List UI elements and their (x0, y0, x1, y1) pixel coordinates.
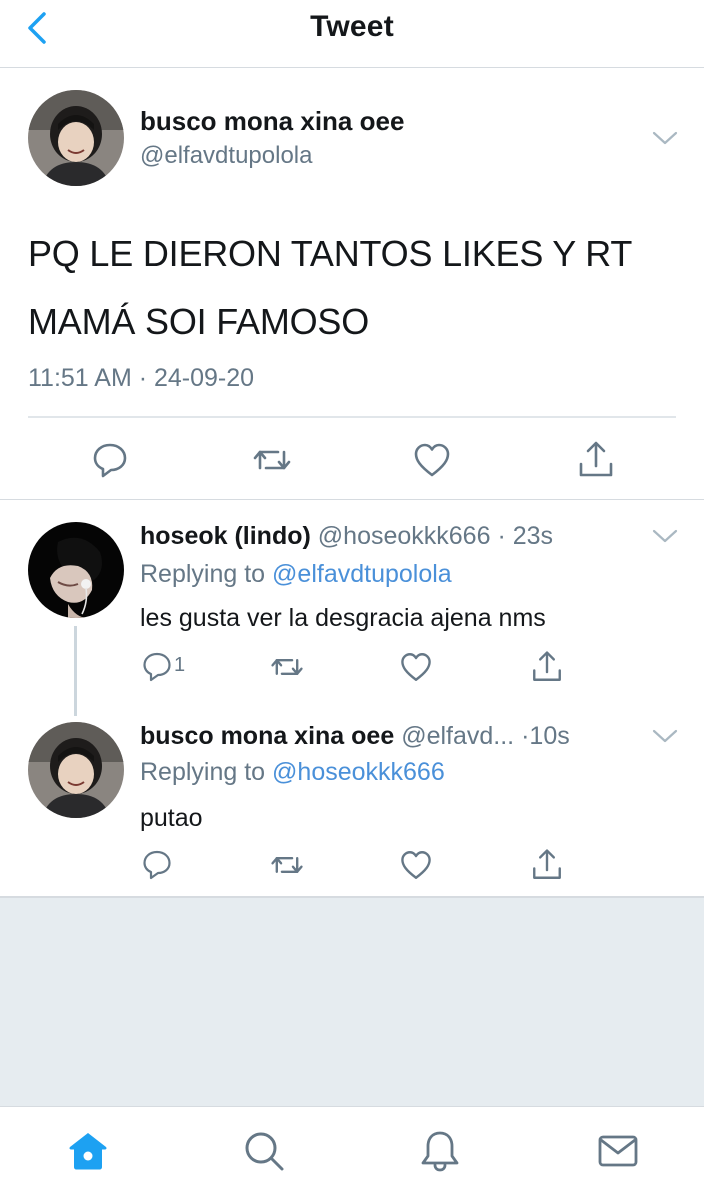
like-button[interactable] (399, 650, 433, 684)
tab-home[interactable] (66, 1129, 110, 1173)
reply-tweet[interactable]: hoseok (lindo) @hoseokkk666 · 23s Replyi… (0, 500, 704, 700)
tab-notifications[interactable] (418, 1129, 462, 1173)
avatar[interactable] (28, 522, 124, 618)
reply-button[interactable] (140, 848, 180, 882)
replying-to-label: Replying to (140, 758, 273, 786)
tweet-text-line: PQ LE DIERON TANTOS LIKES Y RT (28, 233, 633, 274)
share-button[interactable] (576, 440, 616, 480)
author-name[interactable]: busco mona xina oee (140, 722, 394, 750)
tweet-timestamp: 11:51 AM · 24-09-20 (28, 364, 255, 392)
reply-count: 1 (174, 654, 186, 676)
tweet-options-button[interactable] (650, 726, 680, 746)
heart-icon (414, 443, 450, 477)
replying-to-link[interactable]: @hoseokkk666 (272, 758, 445, 786)
retweet-button[interactable] (270, 848, 304, 882)
tweet-options-button[interactable] (650, 526, 680, 546)
share-button[interactable] (530, 848, 564, 882)
tab-messages[interactable] (596, 1129, 640, 1173)
author-handle[interactable]: @hoseokkk666 (318, 522, 491, 550)
retweet-icon (271, 857, 303, 873)
mail-icon (598, 1135, 638, 1167)
author-handle[interactable]: @elfavdtupolola (140, 142, 312, 170)
author-handle[interactable]: @elfavd... (401, 722, 514, 750)
reply-timestamp: 23s (512, 522, 554, 550)
reply-button[interactable] (90, 440, 130, 480)
search-icon (245, 1132, 284, 1171)
chevron-down-icon (652, 529, 678, 543)
retweet-icon (253, 450, 291, 470)
reply-text: putao (140, 804, 203, 832)
author-name[interactable]: hoseok (lindo) (140, 522, 311, 550)
share-button[interactable] (530, 650, 564, 684)
reply-tweet[interactable]: busco mona xina oee @elfavd... ·10s Repl… (0, 700, 704, 896)
avatar[interactable] (28, 722, 124, 818)
bottom-tab-bar (0, 1106, 704, 1200)
retweet-button[interactable] (252, 440, 292, 480)
chevron-down-icon (652, 729, 678, 743)
like-button[interactable] (399, 848, 433, 882)
speech-bubble-icon (143, 850, 171, 880)
tweet-options-button[interactable] (650, 128, 680, 148)
heart-icon (401, 851, 431, 879)
bell-icon (421, 1131, 459, 1172)
retweet-button[interactable] (270, 650, 304, 684)
retweet-icon (271, 659, 303, 675)
replying-to: Replying to @elfavdtupolola (140, 560, 452, 589)
empty-background (0, 898, 704, 1106)
replying-to: Replying to @hoseokkk666 (140, 758, 445, 787)
tab-search[interactable] (242, 1129, 286, 1173)
reply-header: hoseok (lindo) @hoseokkk666 · 23s (140, 522, 553, 551)
separator-dot: · (497, 522, 506, 550)
reply-header: busco mona xina oee @elfavd... ·10s (140, 722, 570, 751)
replying-to-link[interactable]: @elfavdtupolola (272, 560, 452, 588)
like-button[interactable] (412, 440, 452, 480)
replying-to-label: Replying to (140, 560, 273, 588)
divider (28, 416, 676, 418)
home-icon (69, 1133, 107, 1170)
tweet-text-line: MAMÁ SOI FAMOSO (28, 301, 370, 342)
reply-timestamp: 10s (529, 722, 570, 750)
heart-icon (401, 653, 431, 681)
page-title: Tweet (310, 10, 394, 43)
speech-bubble-icon (93, 443, 127, 478)
chevron-down-icon (652, 131, 678, 145)
tweet-text: PQ LE DIERON TANTOS LIKES Y RT MAMÁ SOI … (28, 220, 678, 356)
avatar[interactable] (28, 90, 124, 186)
share-icon (533, 849, 561, 879)
author-name[interactable]: busco mona xina oee (140, 106, 404, 137)
share-icon (579, 441, 613, 477)
reply-button[interactable]: 1 (140, 650, 200, 684)
speech-bubble-icon (143, 652, 171, 682)
share-icon (533, 651, 561, 681)
top-nav-bar: Tweet (0, 0, 704, 68)
reply-text: les gusta ver la desgracia ajena nms (140, 604, 546, 632)
main-tweet: busco mona xina oee @elfavdtupolola PQ L… (0, 68, 704, 500)
